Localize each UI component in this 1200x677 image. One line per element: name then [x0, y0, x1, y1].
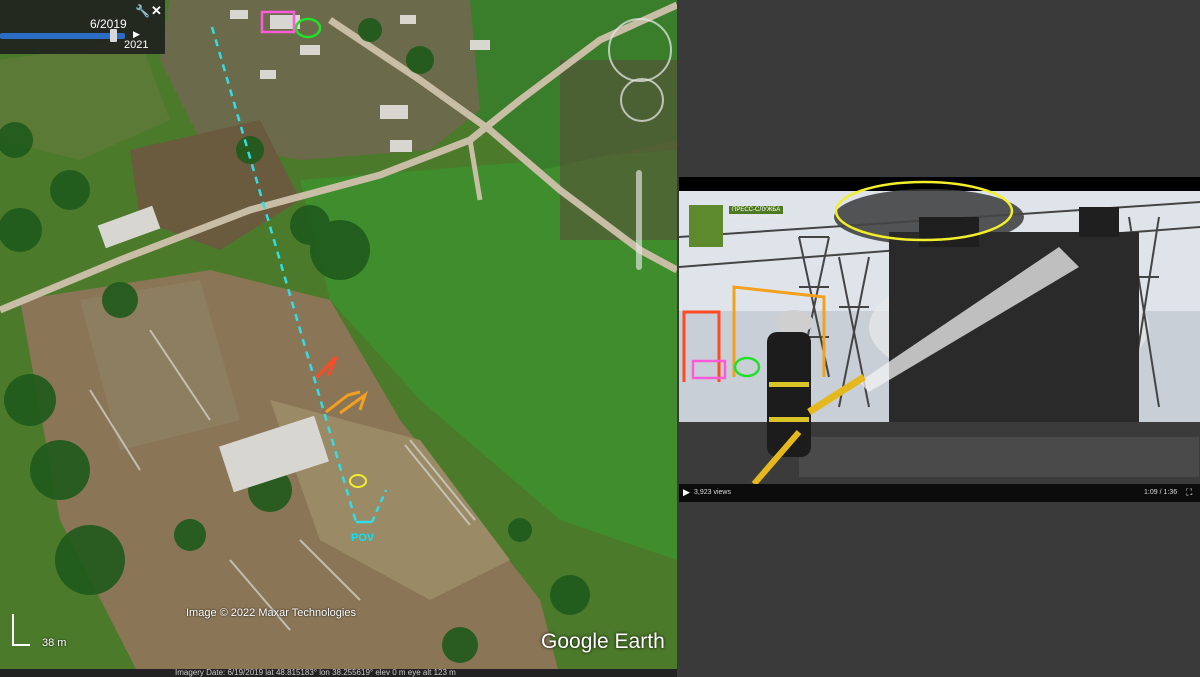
satellite-imagery: [0, 0, 677, 677]
press-badge-line1: ПРЕСС-СЛУЖБА: [729, 206, 784, 214]
history-year-label: 2021: [124, 39, 149, 51]
move-joystick[interactable]: [620, 78, 664, 122]
video-controls: ▶ 3,923 views 1:09 / 1:36 ⛶: [679, 484, 1200, 502]
imagery-date-label: 6/2019: [90, 17, 127, 31]
history-slider-thumb[interactable]: [110, 29, 117, 42]
imagery-attribution: Image © 2022 Maxar Technologies: [186, 607, 356, 619]
video-player[interactable]: ПРЕСС-СЛУЖБА НАРОДНОЙ МИЛИЦИИ ЛУГАНСКОЙ …: [679, 177, 1200, 502]
google-earth-logo: Google Earth: [541, 630, 665, 653]
scale-label: 38 m: [42, 637, 67, 649]
play-icon[interactable]: ▶: [683, 487, 690, 498]
history-slider-track[interactable]: [0, 33, 125, 39]
status-bar: Imagery Date: 6/19/2019 lat 48.815183° l…: [0, 669, 677, 677]
view-count: 3,923 views: [694, 489, 731, 496]
emblem-icon: [689, 205, 723, 247]
look-joystick[interactable]: [608, 18, 672, 82]
press-badge-line3: ЛУГАНСКОЙ НАРОДНОЙ РЕСПУБЛИКИ: [729, 223, 805, 228]
historical-imagery-panel: 6/2019 🔧 ✕ ▶ 2021: [0, 0, 165, 54]
zoom-slider[interactable]: [636, 170, 642, 270]
video-time: 1:09 / 1:36: [1144, 489, 1178, 496]
pov-label: POV: [351, 532, 375, 544]
wrench-icon[interactable]: 🔧: [135, 4, 150, 18]
google-earth-view[interactable]: 6/2019 🔧 ✕ ▶ 2021 POV Image © 2022 Maxar…: [0, 0, 677, 677]
press-badge-line2: НАРОДНОЙ МИЛИЦИИ: [729, 215, 785, 221]
fullscreen-icon[interactable]: ⛶: [1186, 487, 1192, 498]
close-icon[interactable]: ✕: [151, 3, 162, 19]
